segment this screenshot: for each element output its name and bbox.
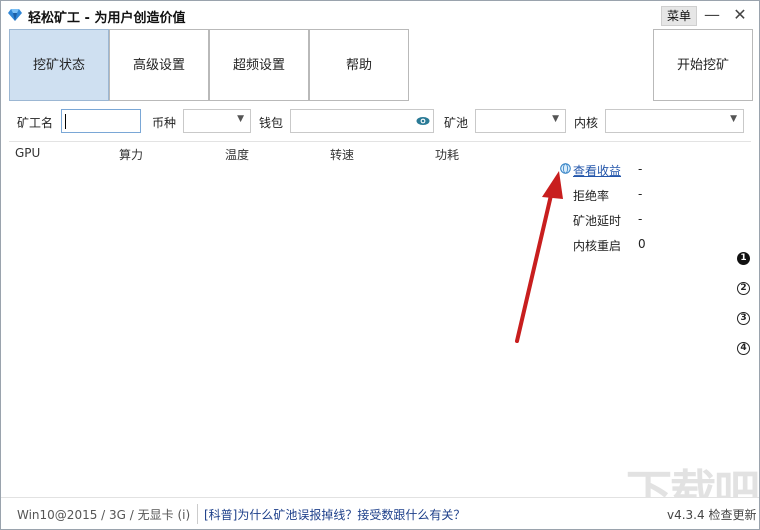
- tab-overclock-settings[interactable]: 超频设置: [209, 29, 309, 101]
- page-indicator-1[interactable]: 1: [737, 252, 750, 265]
- system-info: Win10@2015 / 3G / 无显卡 (i): [17, 508, 191, 522]
- start-mining-button[interactable]: 开始挖矿: [653, 29, 753, 101]
- pool-label: 矿池: [444, 116, 469, 130]
- text-caret: [65, 114, 66, 129]
- column-gpu: GPU: [15, 146, 41, 160]
- pool-latency-value: -: [638, 212, 643, 226]
- news-link[interactable]: [科普]为什么矿池误报掉线？接受数跟什么有关？: [204, 506, 465, 523]
- earnings-value: -: [638, 162, 643, 176]
- version-check-update[interactable]: v4.3.4 检查更新: [667, 506, 756, 523]
- eye-icon[interactable]: [416, 115, 430, 127]
- tab-mining-status[interactable]: 挖矿状态: [9, 29, 109, 101]
- pool-select[interactable]: ▼: [475, 109, 566, 133]
- kernel-select[interactable]: ▼: [605, 109, 744, 133]
- page-indicator-3[interactable]: 3: [737, 312, 750, 325]
- column-hashrate: 算力: [119, 148, 144, 162]
- close-icon[interactable]: ✕: [729, 4, 751, 26]
- pool-latency-label: 矿池延时: [573, 214, 622, 228]
- status-divider: [197, 504, 198, 524]
- status-bar: Win10@2015 / 3G / 无显卡 (i) [科普]为什么矿池误报掉线？…: [1, 497, 759, 529]
- miner-name-input[interactable]: [61, 109, 141, 133]
- kernel-label: 内核: [574, 116, 599, 130]
- column-power: 功耗: [435, 148, 460, 162]
- chevron-down-icon: ▼: [552, 114, 559, 124]
- menu-button[interactable]: 菜单: [661, 6, 697, 26]
- red-arrow-annotation: [515, 171, 563, 343]
- kernel-restart-label: 内核重启: [573, 239, 622, 253]
- column-temperature: 温度: [225, 148, 250, 162]
- column-fan-speed: 转速: [330, 148, 355, 162]
- wallet-input[interactable]: [290, 109, 434, 133]
- tab-advanced-settings[interactable]: 高级设置: [109, 29, 209, 101]
- page-indicator-4[interactable]: 4: [737, 342, 750, 355]
- chevron-down-icon: ▼: [237, 114, 244, 124]
- reject-rate-label: 拒绝率: [573, 189, 610, 203]
- window-title: 轻松矿工 - 为用户创造价值: [28, 11, 186, 26]
- page-indicator-2[interactable]: 2: [737, 282, 750, 295]
- minimize-icon[interactable]: —: [701, 4, 723, 26]
- diamond-icon: [8, 9, 22, 21]
- app-window: 轻松矿工 - 为用户创造价值 菜单 — ✕ 挖矿状态 高级设置 超频设置 帮助 …: [0, 0, 760, 530]
- coin-select[interactable]: ▼: [183, 109, 251, 133]
- coin-label: 币种: [152, 116, 177, 130]
- title-bar: 轻松矿工 - 为用户创造价值 菜单 — ✕: [1, 1, 759, 29]
- reject-rate-value: -: [638, 187, 643, 201]
- miner-name-label: 矿工名: [17, 116, 54, 130]
- view-earnings-link[interactable]: 查看收益: [573, 162, 621, 179]
- chevron-down-icon: ▼: [730, 114, 737, 124]
- wallet-label: 钱包: [259, 116, 284, 130]
- tab-help[interactable]: 帮助: [309, 29, 409, 101]
- kernel-restart-value: 0: [638, 237, 646, 251]
